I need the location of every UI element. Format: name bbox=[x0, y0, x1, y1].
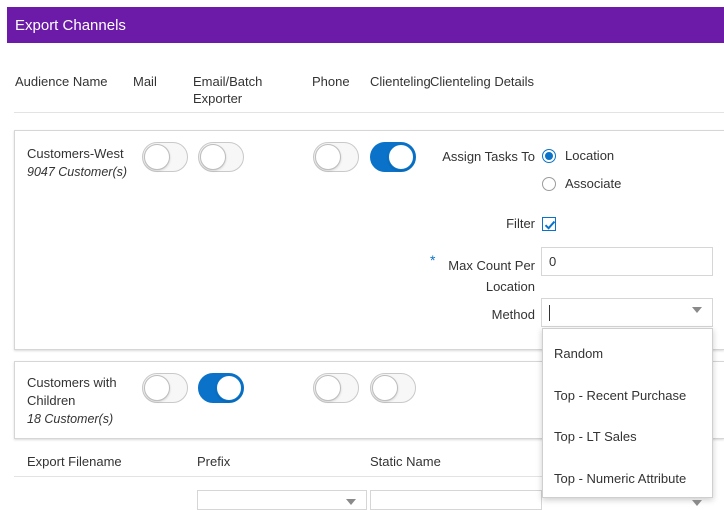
checkmark-icon bbox=[544, 220, 556, 230]
column-header-clienteling-details: Clienteling Details bbox=[430, 74, 535, 89]
method-select[interactable] bbox=[541, 298, 713, 327]
audience-name: Customers-West bbox=[27, 146, 124, 161]
export-divider bbox=[14, 476, 542, 477]
max-count-label: Max Count Per Location bbox=[430, 255, 535, 297]
method-option-top-numeric-attribute[interactable]: Top - Numeric Attribute bbox=[554, 471, 686, 486]
text-cursor bbox=[549, 304, 550, 321]
email-batch-toggle[interactable] bbox=[198, 142, 244, 172]
max-count-label-line1: Max Count Per bbox=[448, 258, 535, 273]
assign-associate-radio[interactable] bbox=[542, 177, 556, 191]
filter-label: Filter bbox=[506, 216, 535, 231]
toggle-knob bbox=[372, 375, 398, 401]
page-title-bar: Export Channels bbox=[7, 7, 724, 43]
static-name-input[interactable] bbox=[370, 490, 542, 510]
clienteling-toggle[interactable] bbox=[370, 142, 416, 172]
toggle-knob bbox=[315, 375, 341, 401]
phone-toggle[interactable] bbox=[313, 373, 359, 403]
filter-checkbox[interactable] bbox=[542, 217, 556, 231]
page-title: Export Channels bbox=[15, 16, 126, 34]
static-name-header: Static Name bbox=[370, 454, 441, 469]
header-divider bbox=[14, 112, 724, 113]
column-header-clienteling: Clienteling bbox=[370, 74, 431, 89]
mail-toggle[interactable] bbox=[142, 142, 188, 172]
audience-count: 18 Customer(s) bbox=[27, 412, 114, 426]
assign-tasks-label: Assign Tasks To bbox=[442, 149, 535, 164]
chevron-down-icon bbox=[692, 500, 702, 506]
prefix-select[interactable] bbox=[197, 490, 367, 510]
prefix-header: Prefix bbox=[197, 454, 231, 469]
phone-toggle[interactable] bbox=[313, 142, 359, 172]
email-batch-toggle[interactable] bbox=[198, 373, 244, 403]
toggle-knob bbox=[388, 144, 414, 170]
audience-count: 9047 Customer(s) bbox=[27, 165, 128, 179]
audience-name-line1: Customers with bbox=[27, 375, 117, 390]
max-count-label-line2: Location bbox=[485, 279, 535, 294]
assign-location-label[interactable]: Location bbox=[565, 148, 614, 163]
mail-toggle[interactable] bbox=[142, 373, 188, 403]
chevron-down-icon[interactable] bbox=[692, 307, 702, 313]
toggle-knob bbox=[144, 144, 170, 170]
assign-location-radio[interactable] bbox=[542, 149, 556, 163]
audience-name: Customers with Children bbox=[27, 374, 117, 410]
assign-associate-label[interactable]: Associate bbox=[565, 176, 621, 191]
method-dropdown-menu: Random Top - Recent Purchase Top - LT Sa… bbox=[542, 328, 713, 498]
clienteling-toggle[interactable] bbox=[370, 373, 416, 403]
method-label: Method bbox=[491, 307, 535, 322]
audience-name-line2: Children bbox=[27, 393, 76, 408]
toggle-knob bbox=[216, 375, 242, 401]
chevron-down-icon bbox=[346, 499, 356, 505]
method-option-top-lt-sales[interactable]: Top - LT Sales bbox=[554, 429, 637, 444]
column-header-mail: Mail bbox=[133, 74, 157, 89]
column-header-email-batch: Email/Batch Exporter bbox=[193, 73, 262, 107]
column-header-audience-name: Audience Name bbox=[15, 74, 108, 89]
method-option-top-recent-purchase[interactable]: Top - Recent Purchase bbox=[554, 388, 686, 403]
toggle-knob bbox=[315, 144, 341, 170]
export-filename-header: Export Filename bbox=[27, 454, 122, 469]
toggle-knob bbox=[144, 375, 170, 401]
column-header-email-batch-line2: Exporter bbox=[193, 91, 243, 106]
toggle-knob bbox=[200, 144, 226, 170]
method-option-random[interactable]: Random bbox=[554, 346, 603, 361]
max-count-input[interactable]: 0 bbox=[541, 247, 713, 276]
max-count-value: 0 bbox=[549, 254, 557, 269]
column-header-phone: Phone bbox=[312, 74, 350, 89]
column-header-email-batch-line1: Email/Batch bbox=[193, 74, 263, 89]
